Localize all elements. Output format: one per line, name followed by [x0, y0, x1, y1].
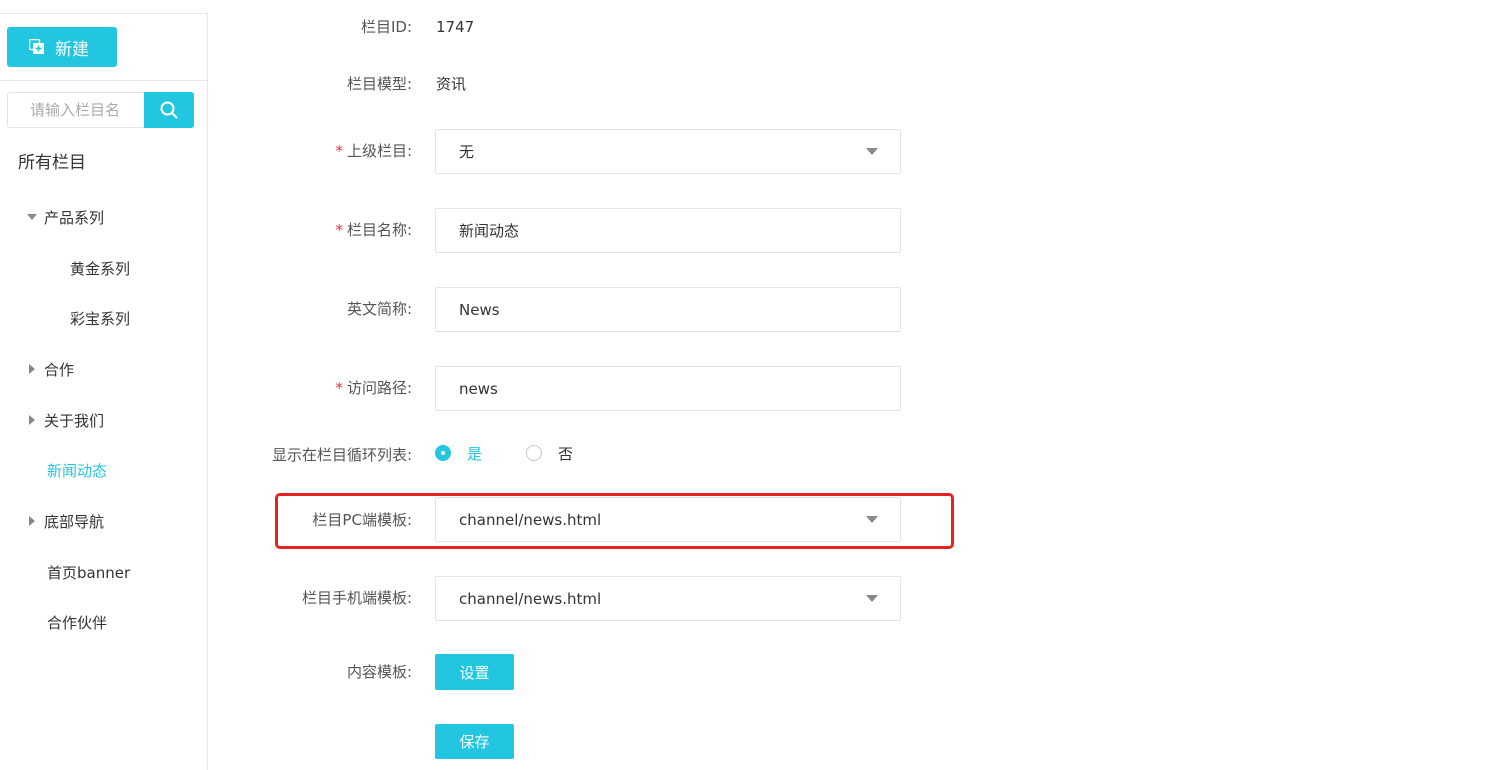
tree-item-gold-series[interactable]: 黄金系列 [70, 255, 130, 281]
pc-template-value: channel/news.html [459, 510, 602, 529]
dropdown-arrow-icon [866, 516, 878, 523]
label-pc-template: 栏目PC端模板: [312, 511, 412, 529]
tree-item-label: 新闻动态 [47, 461, 108, 480]
sidebar-divider [0, 80, 207, 81]
save-button[interactable]: 保存 [435, 724, 514, 759]
english-name-input[interactable]: News [435, 287, 901, 332]
caret-right-icon[interactable] [24, 364, 40, 374]
label-parent-category: * 上级栏目: [335, 141, 412, 161]
tree-item-label: 关于我们 [44, 411, 105, 430]
new-button-label: 新建 [55, 39, 89, 60]
content-template-settings-button[interactable]: 设置 [435, 654, 514, 690]
radio-unchecked-icon[interactable] [526, 445, 543, 461]
label-category-name: * 栏目名称: [335, 220, 412, 240]
tree-item-label: 产品系列 [44, 208, 105, 227]
mobile-template-value: channel/news.html [459, 589, 602, 608]
tree-item-label: 首页banner [47, 563, 131, 582]
search-input[interactable] [7, 92, 144, 128]
dropdown-arrow-icon [866, 595, 878, 602]
tree-item-gem-series[interactable]: 彩宝系列 [70, 305, 130, 331]
tree-item-home-banner[interactable]: 首页banner [47, 559, 130, 585]
category-name-input[interactable]: 新闻动态 [435, 208, 901, 253]
tree-item-label: 黄金系列 [70, 259, 131, 278]
label-mobile-template: 栏目手机端模板: [301, 589, 412, 607]
tree-item-footer-nav[interactable]: 底部导航 [24, 508, 104, 534]
access-path-value: news [459, 379, 498, 398]
caret-down-icon[interactable] [24, 214, 40, 220]
value-category-model: 资讯 [436, 75, 467, 93]
radio-yes[interactable]: 是 [435, 443, 482, 464]
tree-item-product-series[interactable]: 产品系列 [24, 204, 104, 230]
new-button[interactable]: 新建 [7, 27, 117, 67]
tree-item-partners[interactable]: 合作伙伴 [47, 609, 107, 635]
value-category-id: 1747 [436, 18, 475, 36]
pc-template-select[interactable]: channel/news.html [435, 497, 901, 542]
tree-item-label: 彩宝系列 [70, 309, 131, 328]
mobile-template-select[interactable]: channel/news.html [435, 576, 901, 621]
access-path-input[interactable]: news [435, 366, 901, 411]
show-in-loop-radio-group: 是 否 [435, 443, 573, 463]
required-mark: * [335, 379, 343, 397]
radio-checked-icon[interactable] [435, 445, 451, 461]
tree-item-news[interactable]: 新闻动态 [47, 457, 107, 483]
radio-no[interactable]: 否 [526, 443, 573, 464]
required-mark: * [335, 221, 343, 239]
radio-label: 否 [558, 444, 574, 463]
tree-item-label: 底部导航 [44, 512, 105, 531]
caret-right-icon[interactable] [24, 516, 40, 526]
radio-label: 是 [467, 444, 483, 463]
tree-item-label: 合作 [44, 360, 75, 379]
label-category-id: 栏目ID: [360, 18, 412, 36]
tree-item-label: 合作伙伴 [47, 613, 108, 632]
tree-title: 所有栏目 [18, 153, 86, 173]
label-text: 访问路径: [346, 379, 412, 397]
label-content-template: 内容模板: [346, 663, 412, 681]
search-button[interactable] [144, 92, 194, 128]
label-access-path: * 访问路径: [335, 378, 412, 398]
label-english-name: 英文简称: [346, 300, 412, 318]
category-name-value: 新闻动态 [459, 222, 520, 240]
sidebar: 新建 所有栏目 产品系列 黄金系列 彩宝系列 合作 [0, 13, 208, 770]
search-icon [160, 101, 178, 119]
label-text: 栏目名称: [346, 221, 412, 239]
dropdown-arrow-icon [866, 148, 878, 155]
sidebar-search [7, 92, 194, 128]
label-text: 上级栏目: [346, 142, 412, 160]
label-category-model: 栏目模型: [346, 75, 412, 93]
tree-item-about-us[interactable]: 关于我们 [24, 407, 104, 433]
tree-item-cooperation[interactable]: 合作 [24, 356, 74, 382]
required-mark: * [335, 142, 343, 160]
parent-category-value: 无 [459, 143, 475, 161]
label-show-in-loop: 显示在栏目循环列表: [271, 446, 412, 464]
english-name-value: News [459, 300, 500, 319]
add-copy-icon [29, 39, 45, 55]
parent-category-select[interactable]: 无 [435, 129, 901, 174]
caret-right-icon[interactable] [24, 415, 40, 425]
